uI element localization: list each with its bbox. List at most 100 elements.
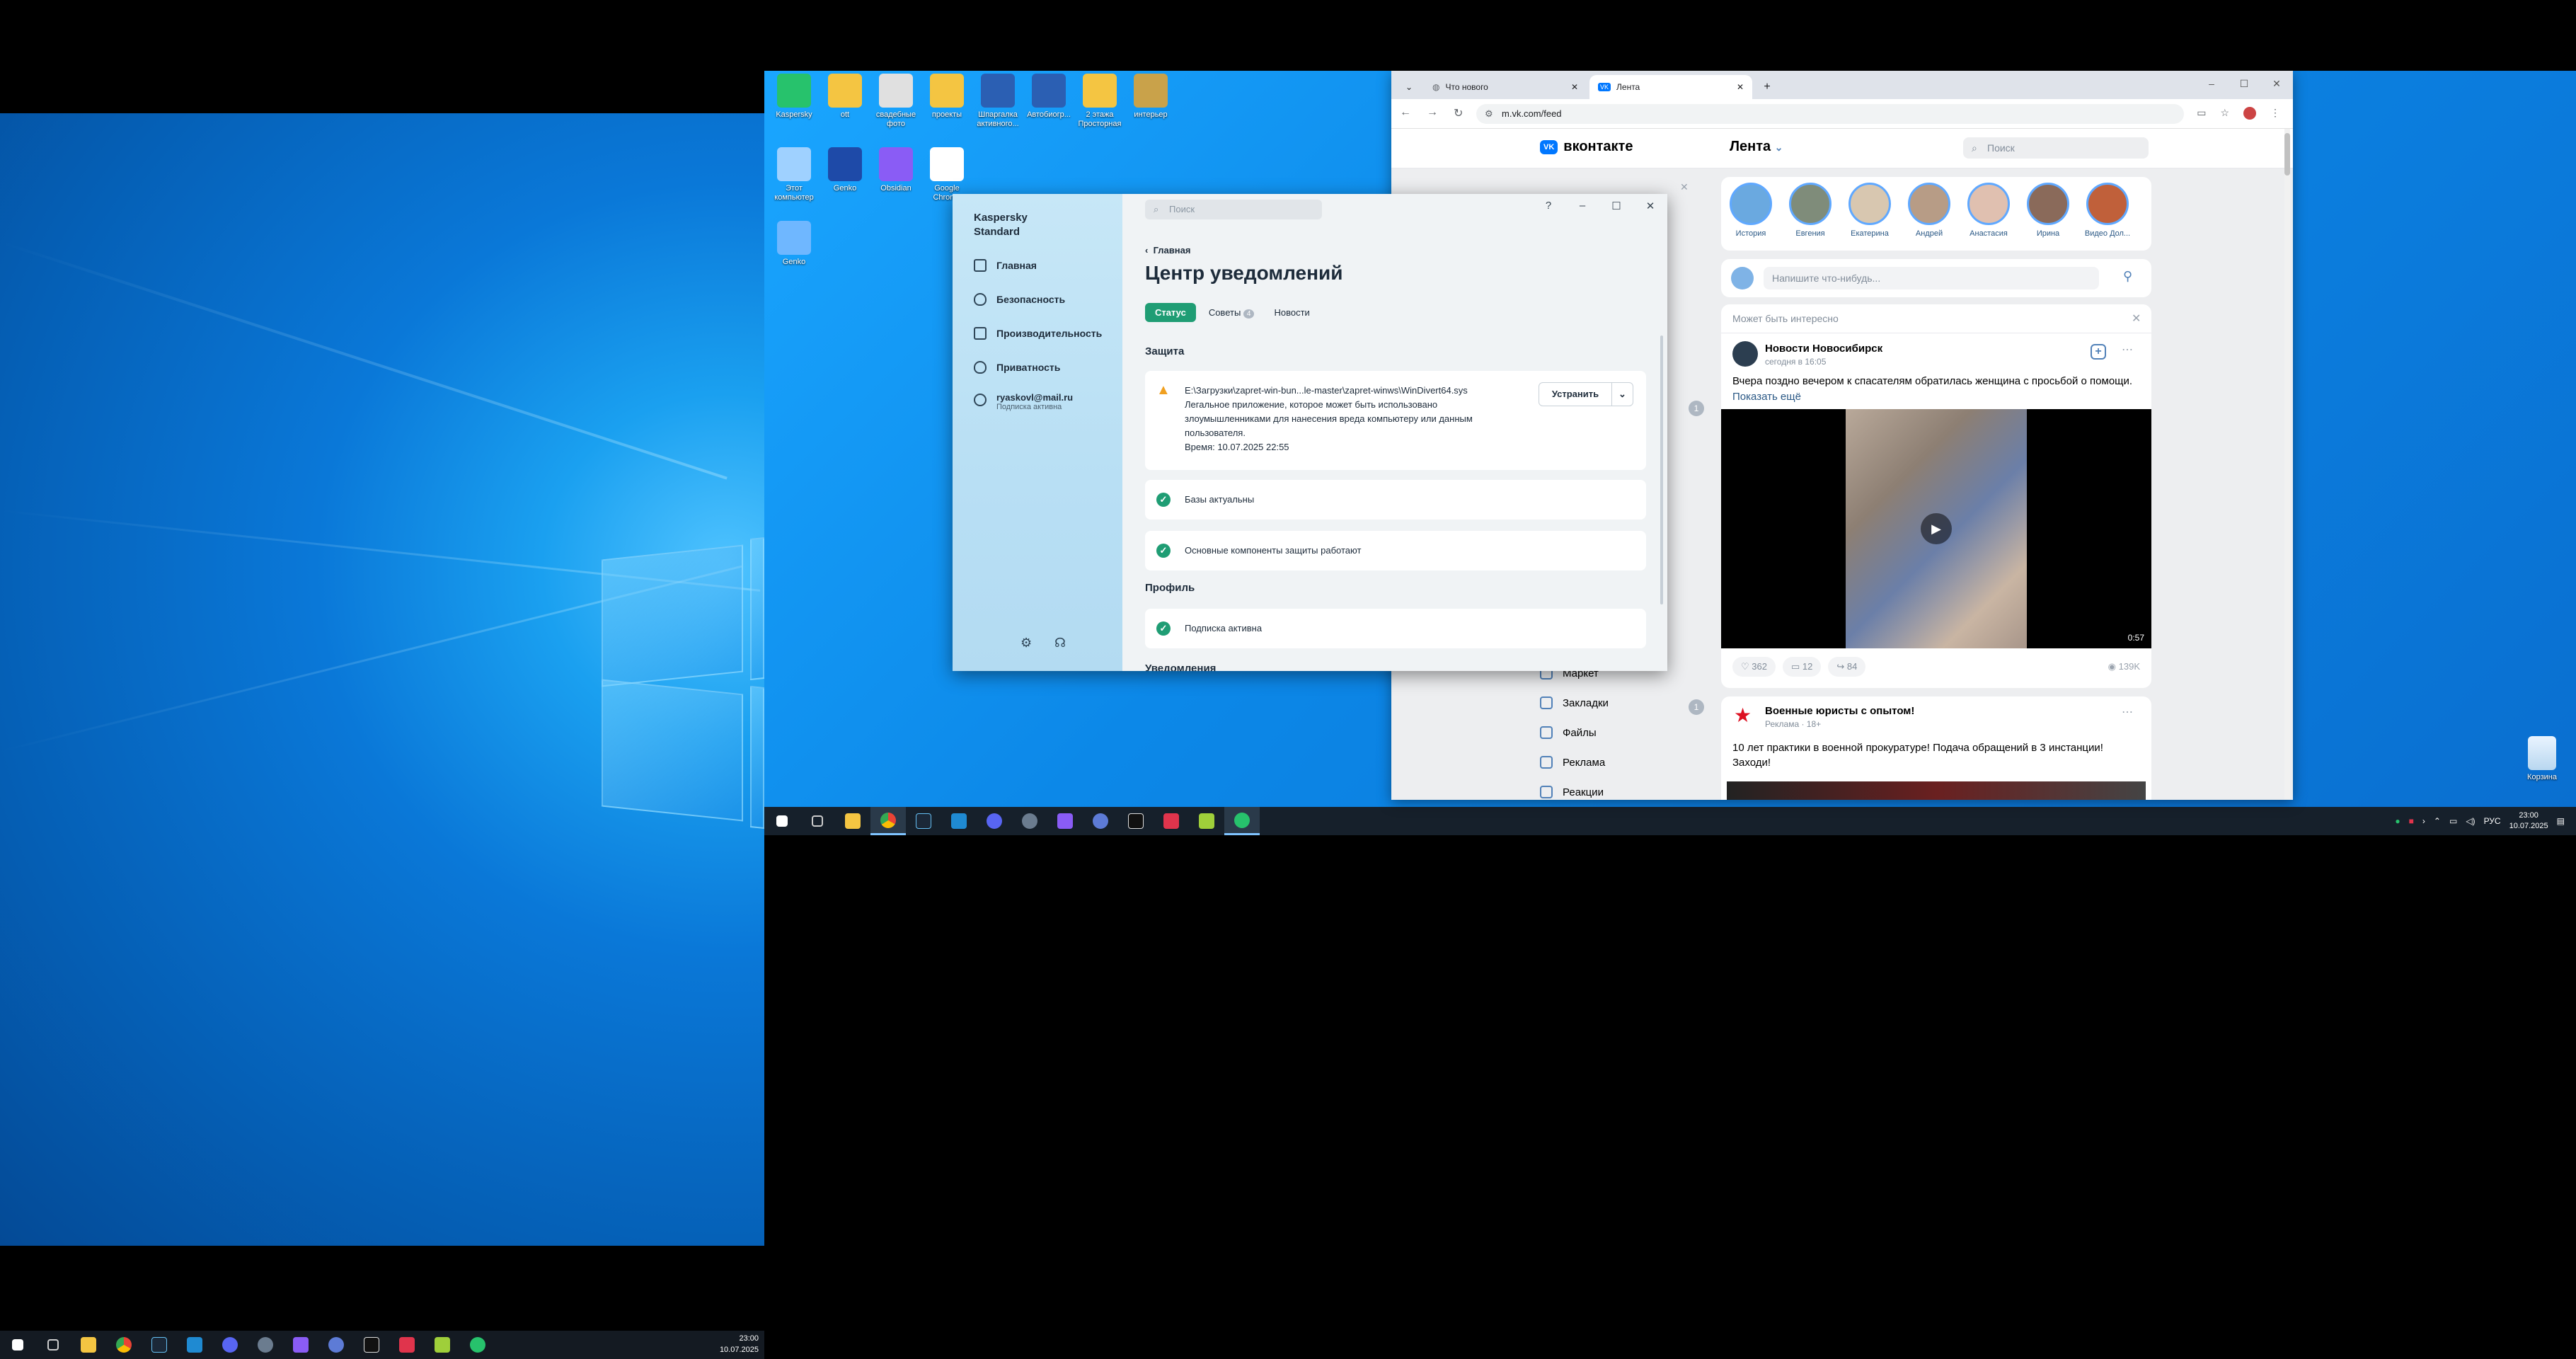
- help-icon[interactable]: ?: [1531, 200, 1565, 212]
- like-button[interactable]: ♡ 362: [1732, 657, 1776, 677]
- desktop-icon[interactable]: Kaspersky: [769, 74, 820, 120]
- story-item[interactable]: Евгения: [1785, 183, 1836, 238]
- minimize-button[interactable]: –: [1565, 200, 1599, 212]
- profile-avatar[interactable]: [2243, 107, 2256, 120]
- app-icon[interactable]: [425, 1331, 460, 1359]
- nav-home[interactable]: Главная: [974, 259, 1037, 272]
- ad-image[interactable]: [1727, 781, 2146, 800]
- forward-icon[interactable]: →: [1427, 106, 1438, 120]
- more-icon[interactable]: ⋯: [2122, 705, 2133, 719]
- desktop-icon[interactable]: свадебные фото: [870, 74, 921, 129]
- avatar[interactable]: [1732, 341, 1758, 367]
- taskbar-clock[interactable]: 23:00 10.07.2025: [2509, 810, 2548, 832]
- bookmark-star-icon[interactable]: ☆: [2220, 107, 2229, 120]
- tray-kaspersky-icon[interactable]: ●: [2395, 816, 2400, 826]
- network-icon[interactable]: ▭: [2449, 816, 2457, 826]
- subscribe-button[interactable]: +: [2091, 344, 2106, 360]
- close-icon[interactable]: ✕: [1737, 82, 1744, 92]
- tab-news[interactable]: Новости: [1267, 303, 1316, 322]
- kaspersky-search-input[interactable]: ⌕ Поиск: [1145, 200, 1322, 219]
- app-icon[interactable]: [248, 1331, 283, 1359]
- story-item[interactable]: Видео Дол...: [2082, 183, 2133, 238]
- video-player[interactable]: ▶ 0:57: [1721, 409, 2151, 648]
- close-button[interactable]: ✕: [1633, 200, 1667, 212]
- desktop-icon[interactable]: Genko: [769, 221, 820, 267]
- visual-studio-icon[interactable]: [1047, 807, 1083, 835]
- settings-icon[interactable]: ⚲: [2123, 269, 2132, 284]
- maximize-button[interactable]: ☐: [2228, 71, 2260, 99]
- fix-button[interactable]: Устранить ⌄: [1539, 382, 1633, 406]
- visual-studio-icon[interactable]: [283, 1331, 318, 1359]
- menu-item-bookmarks[interactable]: Закладки: [1540, 696, 1609, 709]
- close-icon[interactable]: ✕: [1571, 82, 1578, 92]
- vscode-icon[interactable]: [177, 1331, 212, 1359]
- minimize-button[interactable]: –: [2195, 71, 2228, 99]
- start-button[interactable]: [0, 1331, 35, 1359]
- post-time[interactable]: сегодня в 16:05: [1765, 357, 1826, 367]
- tab-tips[interactable]: Советы 4: [1202, 303, 1262, 322]
- desktop-icon[interactable]: Автобиогр...: [1023, 74, 1074, 120]
- steam-icon[interactable]: [906, 807, 941, 835]
- app-icon[interactable]: [318, 1331, 354, 1359]
- taskbar-clock[interactable]: 23:00 10.07.2025: [720, 1333, 759, 1355]
- desktop-icon[interactable]: Genko: [820, 147, 870, 193]
- vk-search-input[interactable]: ⌕ Поиск: [1963, 137, 2149, 159]
- comment-button[interactable]: ▭ 12: [1782, 657, 1822, 677]
- kaspersky-icon[interactable]: [1224, 807, 1260, 835]
- chevron-down-icon[interactable]: ⌄: [1611, 383, 1633, 406]
- desktop-icon[interactable]: проекты: [921, 74, 972, 120]
- story-item[interactable]: История: [1725, 183, 1776, 238]
- steam-icon[interactable]: [142, 1331, 177, 1359]
- task-view-icon[interactable]: [800, 807, 835, 835]
- desktop-icon[interactable]: интерьер: [1125, 74, 1176, 120]
- chrome-icon[interactable]: [870, 807, 906, 835]
- menu-icon[interactable]: ⋮: [2270, 107, 2280, 120]
- account-item[interactable]: ryaskovl@mail.ru Подписка активна: [974, 392, 1073, 411]
- language-indicator[interactable]: РУС: [2484, 816, 2501, 826]
- start-button[interactable]: [764, 807, 800, 835]
- tab-feed[interactable]: VK Лента ✕: [1589, 75, 1752, 99]
- new-tab-button[interactable]: +: [1756, 75, 1778, 99]
- menu-item-ads[interactable]: Реклама: [1540, 756, 1605, 769]
- vscode-icon[interactable]: [941, 807, 977, 835]
- maximize-button[interactable]: ☐: [1599, 200, 1633, 212]
- desktop-icon[interactable]: Этот компьютер: [769, 147, 820, 202]
- story-item[interactable]: Анастасия: [1963, 183, 2014, 238]
- show-more-link[interactable]: Показать ещё: [1732, 391, 1801, 403]
- volume-icon[interactable]: ◁): [2466, 816, 2475, 826]
- support-headset-icon[interactable]: ☊: [1054, 636, 1066, 650]
- kaspersky-icon[interactable]: [460, 1331, 495, 1359]
- app-icon[interactable]: [1154, 807, 1189, 835]
- close-button[interactable]: ✕: [2260, 71, 2293, 99]
- app-icon[interactable]: [1189, 807, 1224, 835]
- menu-item-reactions[interactable]: Реакции: [1540, 786, 1604, 798]
- settings-gear-icon[interactable]: ⚙: [1020, 636, 1032, 650]
- terminal-icon[interactable]: [1118, 807, 1154, 835]
- desktop-icon[interactable]: Шпаргалка активного...: [972, 74, 1023, 129]
- explorer-icon[interactable]: [835, 807, 870, 835]
- discord-icon[interactable]: [977, 807, 1012, 835]
- site-info-icon[interactable]: ⚙: [1485, 104, 1493, 124]
- url-field[interactable]: ⚙ m.vk.com/feed: [1476, 104, 2184, 124]
- tray-app-icon[interactable]: ■: [2409, 816, 2414, 826]
- play-icon[interactable]: ▶: [1921, 513, 1952, 544]
- terminal-icon[interactable]: [354, 1331, 389, 1359]
- app-icon[interactable]: [389, 1331, 425, 1359]
- nav-performance[interactable]: Производительность: [974, 327, 1102, 340]
- close-icon[interactable]: ✕: [1680, 181, 1689, 193]
- share-button[interactable]: ↪ 84: [1828, 657, 1866, 677]
- install-icon[interactable]: ▭: [2197, 107, 2206, 120]
- desktop-icon[interactable]: Obsidian: [870, 147, 921, 193]
- notification-icon[interactable]: ▤: [2557, 816, 2565, 826]
- discord-icon[interactable]: [212, 1331, 248, 1359]
- post-author[interactable]: Новости Новосибирск: [1765, 343, 1882, 355]
- menu-item-files[interactable]: Файлы: [1540, 726, 1597, 739]
- back-icon[interactable]: ←: [1400, 106, 1411, 120]
- app-icon[interactable]: [1012, 807, 1047, 835]
- tray-terminal-icon[interactable]: ›: [2422, 816, 2425, 826]
- feed-title-dropdown[interactable]: Лента ⌄: [1730, 139, 1783, 155]
- scrollbar[interactable]: [1660, 336, 1663, 604]
- vk-logo[interactable]: VK вконтакте: [1540, 139, 1633, 155]
- more-icon[interactable]: ⋯: [2122, 343, 2133, 357]
- nav-privacy[interactable]: Приватность: [974, 361, 1060, 374]
